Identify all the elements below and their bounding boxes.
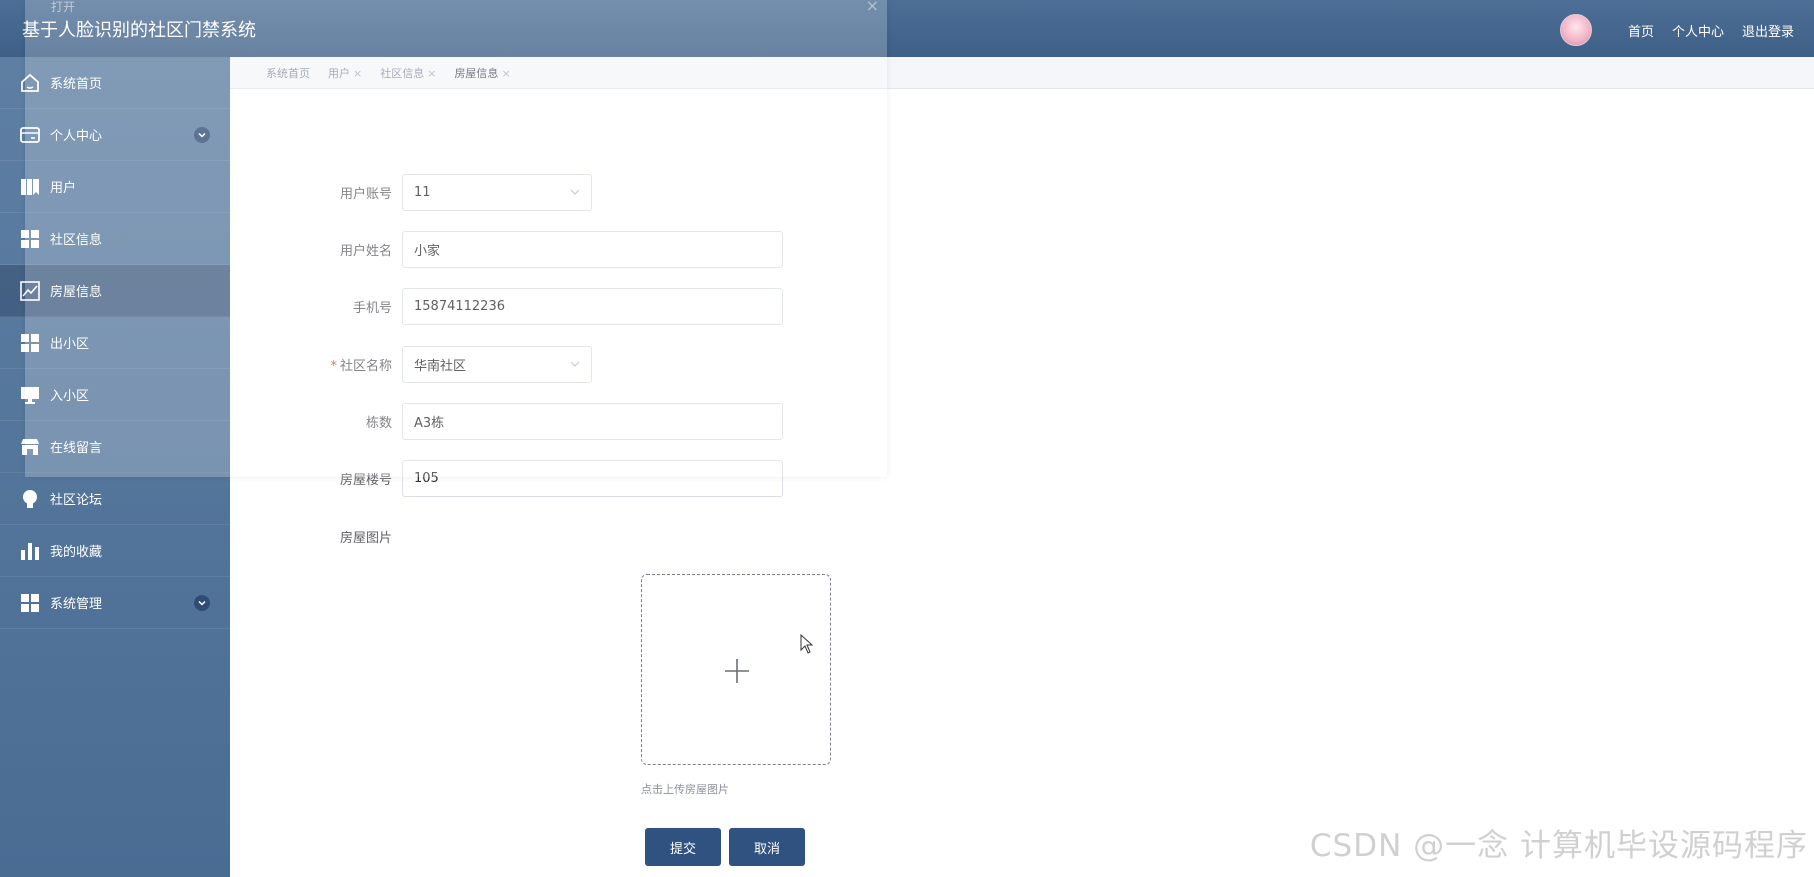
account-value: 11 bbox=[414, 185, 431, 200]
tab-users[interactable]: 用户 × bbox=[328, 65, 362, 81]
upload-hint: 点击上传房屋图片 bbox=[641, 783, 729, 796]
close-icon[interactable]: × bbox=[427, 67, 436, 80]
sidebar-item-label: 入小区 bbox=[50, 389, 90, 404]
required-asterisk: * bbox=[330, 359, 337, 374]
sidebar-item-label: 出小区 bbox=[50, 337, 90, 352]
sidebar-item-system[interactable]: 系统管理 bbox=[0, 577, 230, 629]
sidebar-item-label: 我的收藏 bbox=[50, 545, 103, 560]
sidebar-item-label: 系统首页 bbox=[50, 77, 103, 92]
top-bar: 基于人脸识别的社区门禁系统 首页 个人中心 退出登录 bbox=[0, 0, 1814, 57]
sidebar-item-enter[interactable]: 入小区 bbox=[0, 369, 230, 421]
mouse-cursor-icon bbox=[800, 633, 814, 658]
sidebar-item-home[interactable]: 系统首页 bbox=[0, 57, 230, 109]
app-title: 基于人脸识别的社区门禁系统 bbox=[22, 20, 256, 41]
chart-line-icon bbox=[18, 279, 42, 303]
avatar[interactable] bbox=[1559, 14, 1592, 46]
sidebar-item-community[interactable]: 社区信息 bbox=[0, 213, 230, 265]
building-value: A3栋 bbox=[414, 416, 445, 431]
sidebar-item-label: 系统管理 bbox=[50, 597, 103, 612]
submit-button[interactable]: 提交 bbox=[645, 828, 721, 866]
sidebar-item-label: 用户 bbox=[50, 181, 77, 196]
sidebar-item-exit[interactable]: 出小区 bbox=[0, 317, 230, 369]
phone-input[interactable]: 15874112236 bbox=[402, 288, 783, 325]
name-value: 小家 bbox=[414, 244, 441, 259]
grid-icon bbox=[18, 591, 42, 615]
sidebar-item-label: 在线留言 bbox=[50, 441, 103, 456]
phone-value: 15874112236 bbox=[414, 299, 505, 314]
book-icon bbox=[18, 175, 42, 199]
home-icon bbox=[18, 71, 42, 95]
chevron-down-icon[interactable] bbox=[194, 127, 210, 143]
tab-house[interactable]: 房屋信息 × bbox=[454, 65, 510, 81]
building-label: 栋数 bbox=[365, 416, 392, 431]
bulb-icon bbox=[18, 487, 42, 511]
room-input[interactable]: 105 bbox=[402, 460, 783, 497]
nav-home-link[interactable]: 首页 bbox=[1628, 21, 1654, 40]
community-value: 华南社区 bbox=[414, 359, 467, 374]
sidebar-item-favorites[interactable]: 我的收藏 bbox=[0, 525, 230, 577]
grid-icon bbox=[18, 331, 42, 355]
tab-label: 用户 bbox=[328, 66, 350, 80]
sidebar: 系统首页 个人中心 用户 社区信息 房屋信息 出小区 入小区 在线留言 社区论坛… bbox=[0, 57, 230, 877]
sidebar-item-profile[interactable]: 个人中心 bbox=[0, 109, 230, 161]
sidebar-item-house[interactable]: 房屋信息 bbox=[0, 265, 230, 317]
name-label: 用户姓名 bbox=[339, 244, 392, 259]
photo-label: 房屋图片 bbox=[339, 531, 392, 546]
plus-icon bbox=[725, 659, 749, 683]
tab-community[interactable]: 社区信息 × bbox=[380, 65, 436, 81]
community-select[interactable]: 华南社区 bbox=[402, 346, 592, 383]
monitor-icon bbox=[18, 383, 42, 407]
top-nav: 首页 个人中心 退出登录 bbox=[1559, 14, 1794, 46]
sidebar-item-forum[interactable]: 社区论坛 bbox=[0, 473, 230, 525]
name-input[interactable]: 小家 bbox=[402, 231, 783, 268]
account-label: 用户账号 bbox=[339, 187, 392, 202]
form-row-phone: 手机号 15874112236 bbox=[230, 288, 783, 325]
bar-chart-icon bbox=[18, 539, 42, 563]
form-row-account: 用户账号 11 bbox=[230, 174, 592, 211]
tab-label: 系统首页 bbox=[266, 66, 310, 80]
sidebar-item-label: 个人中心 bbox=[50, 129, 103, 144]
account-select[interactable]: 11 bbox=[402, 174, 592, 211]
sidebar-item-messages[interactable]: 在线留言 bbox=[0, 421, 230, 473]
form-row-community: * 社区名称 华南社区 bbox=[230, 346, 592, 383]
community-label-text: 社区名称 bbox=[339, 359, 392, 374]
community-label: * 社区名称 bbox=[230, 355, 402, 374]
photo-uploader[interactable] bbox=[641, 574, 831, 765]
tab-label: 房屋信息 bbox=[454, 66, 499, 80]
form-row-building: 栋数 A3栋 bbox=[230, 403, 783, 440]
building-input[interactable]: A3栋 bbox=[402, 403, 783, 440]
cancel-button[interactable]: 取消 bbox=[729, 828, 805, 866]
main-content: 系统首页 用户 × 社区信息 × 房屋信息 × 用户账号 11 用户姓名 小家 手机号… bbox=[230, 57, 1814, 877]
sidebar-item-label: 房屋信息 bbox=[50, 285, 103, 300]
phone-label: 手机号 bbox=[352, 301, 392, 316]
form-row-name: 用户姓名 小家 bbox=[230, 231, 783, 268]
tab-label: 社区信息 bbox=[380, 66, 425, 80]
breadcrumb: 系统首页 用户 × 社区信息 × 房屋信息 × bbox=[230, 57, 1814, 89]
room-value: 105 bbox=[414, 471, 439, 486]
chevron-down-icon bbox=[569, 186, 581, 202]
chevron-down-icon[interactable] bbox=[194, 595, 210, 611]
close-icon[interactable]: × bbox=[353, 67, 362, 80]
card-icon bbox=[18, 123, 42, 147]
room-label: 房屋楼号 bbox=[339, 473, 392, 488]
watermark: CSDN @一念 计算机毕设源码程序 bbox=[1309, 828, 1808, 864]
sidebar-item-users[interactable]: 用户 bbox=[0, 161, 230, 213]
close-icon[interactable]: × bbox=[501, 67, 510, 80]
form-row-photo: 房屋图片 bbox=[230, 527, 402, 546]
chevron-down-icon bbox=[569, 358, 581, 374]
nav-logout-link[interactable]: 退出登录 bbox=[1742, 21, 1794, 40]
form-row-room: 房屋楼号 105 bbox=[230, 460, 783, 497]
sidebar-item-label: 社区论坛 bbox=[50, 493, 103, 508]
sidebar-item-label: 社区信息 bbox=[50, 233, 103, 248]
tab-home[interactable]: 系统首页 bbox=[266, 65, 310, 81]
nav-profile-link[interactable]: 个人中心 bbox=[1672, 21, 1724, 40]
shop-icon bbox=[18, 435, 42, 459]
grid-icon bbox=[18, 227, 42, 251]
